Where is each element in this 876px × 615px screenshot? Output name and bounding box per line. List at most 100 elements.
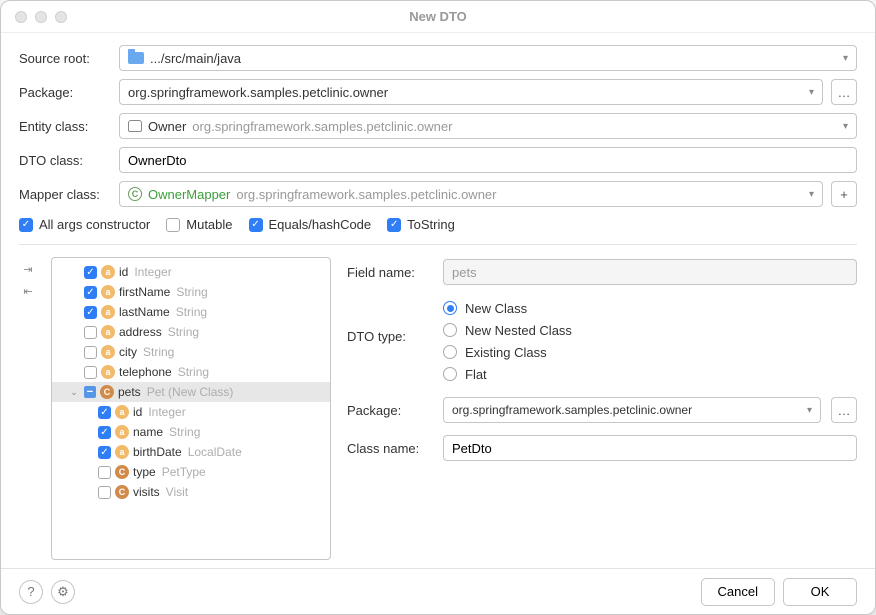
collapse-all-button[interactable]: ⇤ (19, 283, 37, 299)
dto-class-field[interactable] (128, 148, 848, 172)
tree-toolbar: ⇥ ⇤ (19, 257, 39, 560)
dto-type-radio[interactable]: Existing Class (443, 341, 572, 363)
all-args-checkbox[interactable]: ✓ All args constructor (19, 217, 150, 232)
tree-node-type[interactable]: CtypePetType (52, 462, 330, 482)
chevron-down-icon: ▾ (843, 53, 848, 64)
field-type-icon: a (101, 325, 115, 339)
entity-icon (128, 120, 142, 132)
source-root-combo[interactable]: .../src/main/java ▾ (119, 45, 857, 71)
settings-button[interactable]: ⚙ (51, 580, 75, 604)
checkbox-icon[interactable] (84, 326, 97, 339)
field-name-input: pets (443, 259, 857, 285)
dto-type-radio[interactable]: Flat (443, 363, 572, 385)
radio-label: Existing Class (465, 345, 547, 360)
field-name: firstName (119, 285, 170, 299)
equals-hash-checkbox[interactable]: ✓ Equals/hashCode (249, 217, 372, 232)
field-type-icon: a (115, 405, 129, 419)
tree-node-id[interactable]: ✓ aid Integer (52, 402, 330, 422)
equals-hash-label: Equals/hashCode (269, 217, 372, 232)
detail-package-browse-button[interactable]: … (831, 397, 857, 423)
field-type: String (168, 325, 199, 339)
row-entity-class: Entity class: Owner org.springframework.… (19, 113, 857, 139)
dto-type-radio[interactable]: New Nested Class (443, 319, 572, 341)
divider (19, 244, 857, 245)
detail-package-combo[interactable]: org.springframework.samples.petclinic.ow… (443, 397, 821, 423)
mapper-class-combo[interactable]: C OwnerMapper org.springframework.sample… (119, 181, 823, 207)
chevron-down-icon: ▾ (809, 189, 814, 200)
tostring-checkbox[interactable]: ✓ ToString (387, 217, 455, 232)
field-type: Integer (134, 265, 171, 279)
tree-node-lastName[interactable]: ✓alastNameString (52, 302, 330, 322)
window-title: New DTO (1, 9, 875, 24)
class-name-input[interactable] (443, 435, 857, 461)
chevron-down-icon[interactable]: ⌄ (68, 387, 80, 398)
tree-node-firstName[interactable]: ✓afirstNameString (52, 282, 330, 302)
ellipsis-icon: … (838, 403, 851, 418)
tree-node-address[interactable]: aaddressString (52, 322, 330, 342)
radio-icon (443, 345, 457, 359)
mapper-class-name: OwnerMapper (148, 187, 230, 202)
source-root-value: .../src/main/java (150, 51, 241, 66)
dialog-content: Source root: .../src/main/java ▾ Package… (1, 33, 875, 568)
field-name: id (133, 405, 142, 419)
tree-node-pets[interactable]: ⌄−CpetsPet (New Class) (52, 382, 330, 402)
question-icon: ? (27, 584, 34, 599)
tree-node-city[interactable]: acityString (52, 342, 330, 362)
field-name: name (133, 425, 163, 439)
checkbox-icon[interactable]: ✓ (98, 406, 111, 419)
checkbox-icon[interactable] (98, 466, 111, 479)
mutable-label: Mutable (186, 217, 232, 232)
field-name: type (133, 465, 156, 479)
dto-class-input[interactable] (119, 147, 857, 173)
row-package: Package: org.springframework.samples.pet… (19, 79, 857, 105)
mapper-add-button[interactable]: + (831, 181, 857, 207)
field-type: String (143, 345, 174, 359)
field-type: Integer (148, 405, 185, 419)
checkbox-icon[interactable]: ✓ (84, 286, 97, 299)
label-dto-type: DTO type: (347, 297, 433, 344)
field-type-icon: C (115, 465, 129, 479)
fields-tree[interactable]: ✓aidInteger✓afirstNameString✓alastNameSt… (51, 257, 331, 560)
field-type: String (176, 285, 207, 299)
gear-icon: ⚙ (57, 584, 69, 600)
help-button[interactable]: ? (19, 580, 43, 604)
tree-node-visits[interactable]: CvisitsVisit (52, 482, 330, 502)
checkbox-icon (166, 218, 180, 232)
field-name: pets (118, 385, 141, 399)
cancel-button[interactable]: Cancel (701, 578, 775, 606)
checkbox-icon[interactable] (98, 486, 111, 499)
expand-all-button[interactable]: ⇥ (19, 261, 37, 277)
checkbox-icon[interactable]: ✓ (98, 446, 111, 459)
checkbox-icon[interactable]: ✓ (84, 306, 97, 319)
field-type: Pet (New Class) (147, 385, 234, 399)
footer: ? ⚙ Cancel OK (1, 568, 875, 614)
checkbox-icon[interactable] (84, 346, 97, 359)
tree-node-id[interactable]: ✓aidInteger (52, 262, 330, 282)
row-dto-class: DTO class: (19, 147, 857, 173)
row-mapper-class: Mapper class: C OwnerMapper org.springfr… (19, 181, 857, 207)
class-name-field[interactable] (452, 436, 848, 460)
package-browse-button[interactable]: … (831, 79, 857, 105)
dto-type-radio[interactable]: New Class (443, 297, 572, 319)
checkbox-icon[interactable] (84, 366, 97, 379)
entity-class-name: Owner (148, 119, 186, 134)
tree-node-birthDate[interactable]: ✓abirthDateLocalDate (52, 442, 330, 462)
tree-node-name[interactable]: ✓anameString (52, 422, 330, 442)
checkbox-icon[interactable]: ✓ (98, 426, 111, 439)
folder-icon (128, 52, 144, 64)
row-dto-type: DTO type: New ClassNew Nested Class Exist… (347, 297, 857, 385)
checkbox-icon[interactable]: ✓ (84, 266, 97, 279)
radio-icon (443, 323, 457, 337)
field-type-icon: a (115, 425, 129, 439)
label-entity-class: Entity class: (19, 119, 111, 134)
collapse-node-icon[interactable]: − (84, 386, 96, 398)
row-class-name: Class name: (347, 435, 857, 461)
tree-node-telephone[interactable]: atelephoneString (52, 362, 330, 382)
all-args-label: All args constructor (39, 217, 150, 232)
package-value: org.springframework.samples.petclinic.ow… (128, 85, 388, 100)
mutable-checkbox[interactable]: Mutable (166, 217, 232, 232)
ok-button[interactable]: OK (783, 578, 857, 606)
row-detail-package: Package: org.springframework.samples.pet… (347, 397, 857, 423)
entity-class-combo[interactable]: Owner org.springframework.samples.petcli… (119, 113, 857, 139)
package-combo[interactable]: org.springframework.samples.petclinic.ow… (119, 79, 823, 105)
